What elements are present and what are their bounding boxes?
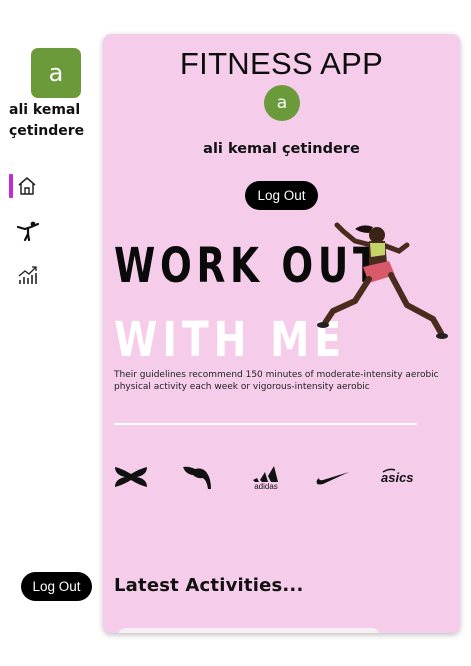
sidebar-logout-button[interactable]: Log Out — [21, 572, 92, 601]
stretching-person-icon — [17, 220, 39, 242]
home-icon — [17, 176, 37, 196]
latest-activities-title: Latest Activities... — [114, 575, 304, 596]
hero-description: Their guidelines recommend 150 minutes o… — [114, 370, 439, 392]
page-title: FITNESS APP — [179, 46, 384, 81]
adidas-logo: adidas — [247, 462, 285, 492]
logout-button[interactable]: Log Out — [245, 181, 318, 210]
sidebar-item-workouts[interactable] — [17, 218, 49, 244]
nav-active-indicator — [9, 174, 13, 198]
sidebar-avatar[interactable]: a — [31, 48, 81, 98]
sidebar-avatar-letter: a — [48, 59, 64, 87]
chart-growth-icon — [17, 264, 39, 286]
divider — [114, 423, 417, 425]
sidebar-item-stats[interactable] — [17, 262, 49, 288]
profile-avatar[interactable]: a — [264, 85, 300, 121]
nike-logo — [313, 462, 351, 492]
sidebar-item-home[interactable] — [17, 173, 49, 199]
profile-user-name: ali kemal çetindere — [203, 141, 360, 157]
profile-avatar-letter: a — [276, 93, 288, 113]
brand-logos: adidas asics — [113, 462, 423, 492]
svg-text:asics: asics — [381, 470, 414, 485]
under-armour-logo — [113, 462, 149, 492]
main-card: FITNESS APP a ali kemal çetindere Log Ou… — [103, 34, 460, 633]
puma-logo — [181, 462, 215, 492]
asics-logo: asics — [379, 462, 419, 492]
sidebar-user-name: ali kemal çetindere — [9, 102, 85, 139]
runner-image — [317, 222, 448, 339]
activity-card[interactable] — [118, 628, 380, 633]
svg-text:adidas: adidas — [254, 482, 278, 490]
